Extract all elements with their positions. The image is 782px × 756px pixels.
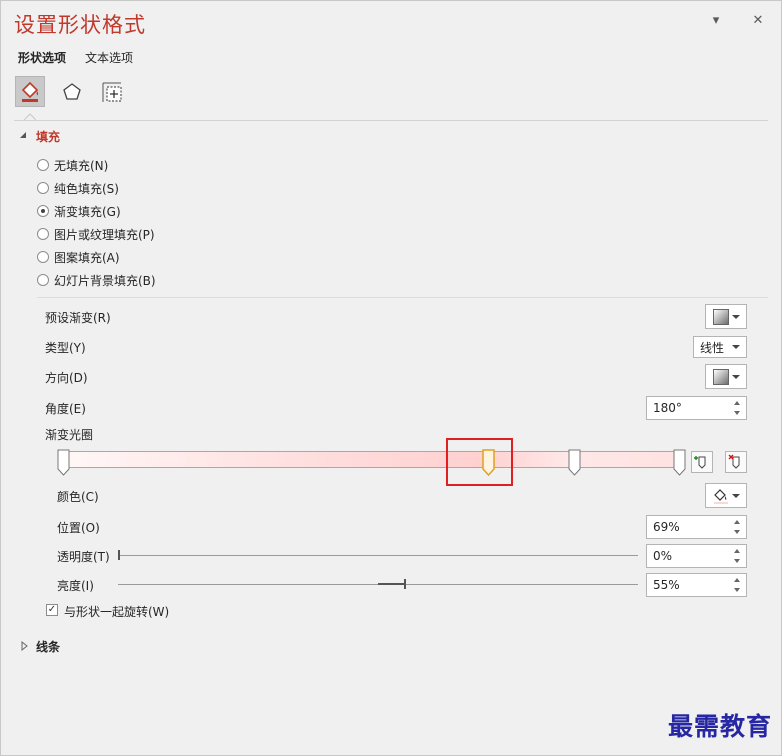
radio-button[interactable]: [37, 182, 49, 194]
highlight-annotation-box: [446, 438, 513, 486]
direction-dropdown[interactable]: [705, 364, 747, 389]
gradient-stops-bar[interactable]: [63, 451, 679, 468]
effects-tab[interactable]: [57, 76, 87, 107]
type-dropdown[interactable]: 线性: [693, 336, 747, 358]
fill-line-icon: [21, 81, 39, 102]
radio-button[interactable]: [37, 274, 49, 286]
remove-gradient-stop-button[interactable]: [725, 451, 747, 473]
pane-title: 设置形状格式: [14, 13, 146, 37]
gradient-stop[interactable]: [673, 449, 686, 476]
brightness-slider-fill: [378, 583, 404, 585]
angle-value[interactable]: 180°: [653, 401, 682, 415]
radio-label: 渐变填充(G): [54, 204, 121, 219]
angle-label: 角度(E): [45, 402, 86, 416]
brightness-spinner[interactable]: 55%: [646, 573, 747, 597]
color-label: 颜色(C): [57, 490, 99, 504]
close-button[interactable]: ✕: [749, 12, 767, 30]
dropdown-arrow-icon: [732, 314, 740, 319]
radio-pattern-fill[interactable]: 图案填充(A): [37, 248, 120, 266]
type-value: 线性: [700, 340, 725, 355]
gradient-swatch-icon: [713, 308, 729, 325]
radio-no-fill[interactable]: 无填充(N): [37, 156, 108, 174]
transparency-slider-thumb[interactable]: [118, 550, 120, 560]
position-value[interactable]: 69%: [653, 520, 680, 534]
radio-solid-fill[interactable]: 纯色填充(S): [37, 179, 119, 197]
brightness-slider-thumb[interactable]: [404, 579, 406, 589]
gradient-stop[interactable]: [568, 449, 581, 476]
watermark-logo: 最需教育: [667, 712, 772, 741]
tab-shape-options[interactable]: 形状选项: [18, 49, 66, 66]
format-shape-pane: [0, 0, 782, 756]
dropdown-arrow-icon: [732, 493, 740, 498]
radio-label: 幻灯片背景填充(B): [54, 273, 156, 288]
gradient-stop-marker-icon: [57, 449, 69, 476]
radio-slide-background-fill[interactable]: 幻灯片背景填充(B): [37, 271, 156, 289]
type-label: 类型(Y): [45, 341, 86, 355]
angle-spinner[interactable]: 180°: [646, 396, 747, 420]
radio-picture-texture-fill[interactable]: 图片或纹理填充(P): [37, 225, 155, 243]
transparency-label: 透明度(T): [57, 550, 110, 564]
spinner-arrows-icon[interactable]: [734, 547, 743, 565]
spinner-arrows-icon[interactable]: [734, 518, 743, 536]
radio-label: 图案填充(A): [54, 250, 120, 265]
gradient-stop-marker-icon: [673, 449, 685, 476]
collapse-caret-icon[interactable]: [19, 131, 27, 139]
spinner-arrows-icon[interactable]: [734, 399, 743, 417]
gradient-swatch-icon: [713, 368, 729, 385]
direction-label: 方向(D): [45, 371, 88, 385]
radio-label: 图片或纹理填充(P): [54, 227, 155, 242]
brightness-label: 亮度(I): [57, 579, 94, 593]
gradient-stop-marker-icon: [568, 449, 581, 476]
tab-divider: [14, 120, 768, 121]
radio-label: 无填充(N): [54, 158, 109, 173]
fill-section-header[interactable]: 填充: [36, 128, 60, 145]
dropdown-arrow-icon: [732, 374, 740, 379]
active-tab-pointer-icon: [24, 113, 36, 120]
transparency-spinner[interactable]: 0%: [646, 544, 747, 568]
transparency-value[interactable]: 0%: [653, 549, 672, 563]
add-stop-icon: [694, 456, 706, 469]
remove-stop-icon: [728, 454, 740, 469]
transparency-slider[interactable]: [118, 555, 638, 556]
rotate-with-shape-label: 与形状一起旋转(W): [64, 605, 170, 619]
radio-gradient-fill[interactable]: 渐变填充(G): [37, 202, 121, 220]
effects-pentagon-icon: [63, 82, 81, 100]
size-properties-icon: [102, 82, 122, 102]
preset-gradient-label: 预设渐变(R): [45, 311, 111, 325]
brightness-value[interactable]: 55%: [653, 578, 680, 592]
radio-label: 纯色填充(S): [54, 181, 119, 196]
dropdown-arrow-icon: [732, 345, 740, 349]
rotate-with-shape-checkbox[interactable]: ✓: [46, 604, 58, 616]
tab-text-options[interactable]: 文本选项: [85, 49, 133, 66]
paint-bucket-icon: [714, 488, 728, 504]
size-properties-tab[interactable]: [97, 76, 127, 107]
radio-button-selected[interactable]: [37, 205, 49, 217]
gradient-stop[interactable]: [57, 449, 70, 476]
radio-button[interactable]: [37, 251, 49, 263]
position-label: 位置(O): [57, 521, 100, 535]
spinner-arrows-icon[interactable]: [734, 576, 743, 594]
fill-line-tab[interactable]: [15, 76, 45, 107]
options-divider: [37, 297, 768, 298]
expand-caret-icon[interactable]: [21, 641, 29, 651]
line-section-header[interactable]: 线条: [36, 638, 60, 655]
add-gradient-stop-button[interactable]: [691, 451, 713, 473]
preset-gradient-dropdown[interactable]: [705, 304, 747, 329]
pane-options-dropdown[interactable]: ▾: [707, 12, 725, 30]
position-spinner[interactable]: 69%: [646, 515, 747, 539]
color-picker-dropdown[interactable]: [705, 483, 747, 508]
radio-button[interactable]: [37, 159, 49, 171]
gradient-stops-label: 渐变光圈: [45, 428, 94, 442]
radio-button[interactable]: [37, 228, 49, 240]
